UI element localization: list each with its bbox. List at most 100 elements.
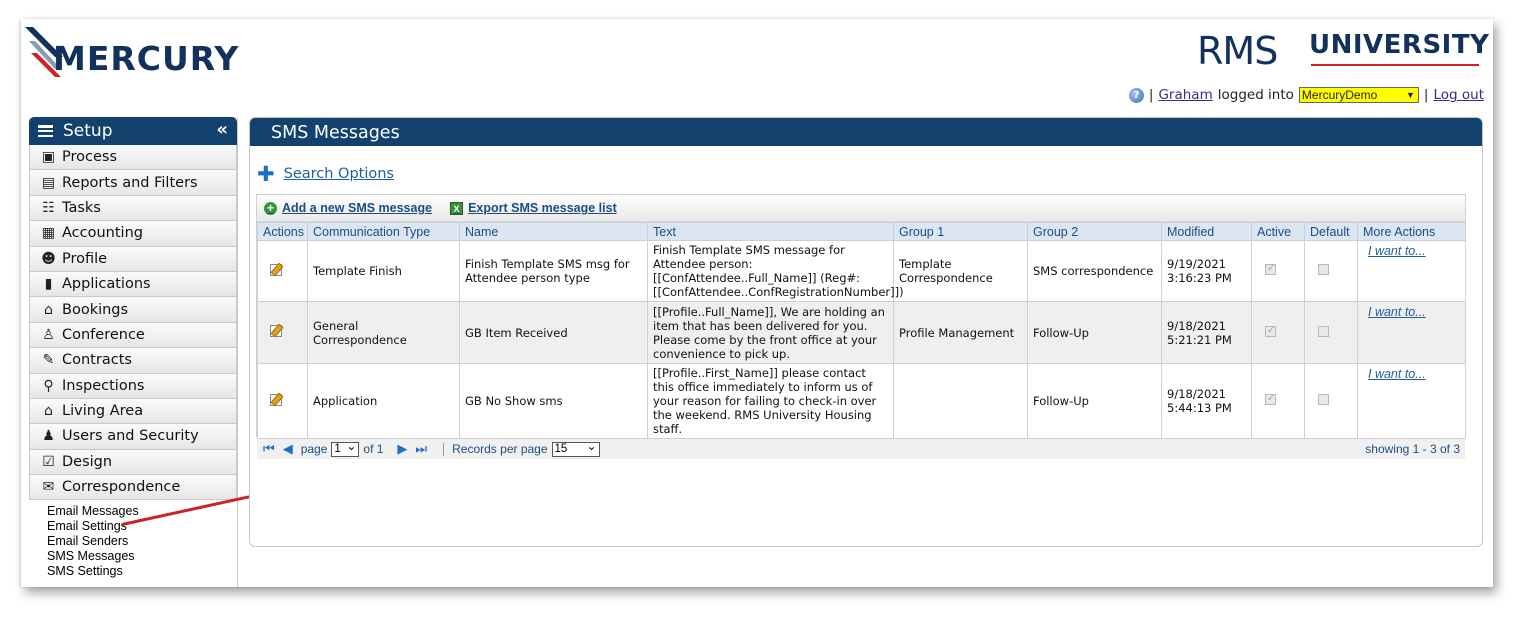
column-header[interactable]: Name: [459, 222, 648, 241]
actions-cell: [257, 363, 308, 439]
sidebar-item-label: Design: [62, 453, 113, 470]
i-want-to-link[interactable]: I want to...: [1368, 305, 1426, 319]
table-header-row: Actions Communication Type Name Text Gro…: [257, 222, 1466, 241]
sidebar-item-applications[interactable]: ▮ Applications: [29, 271, 237, 298]
plus-icon: ✚: [257, 162, 275, 186]
column-header[interactable]: Modified: [1161, 222, 1252, 241]
modified-cell: 9/18/2021 5:21:21 PM: [1161, 301, 1252, 364]
sidebar-item-label: Contracts: [62, 352, 132, 369]
process-icon: ▣: [41, 149, 56, 166]
design-icon: ☑: [42, 453, 55, 470]
modified-cell: 9/19/2021 3:16:23 PM: [1161, 240, 1252, 302]
table-row[interactable]: General Correspondence GB Item Received[[…: [257, 301, 1466, 364]
export-sms-list-label: Export SMS message list: [468, 201, 617, 215]
modified-date: 9/18/2021: [1167, 387, 1226, 401]
records-per-page-select[interactable]: 15: [551, 440, 600, 457]
sidebar-item-label: Inspections: [62, 377, 145, 394]
sidebar: Setup « ▣ Process ▤ Reports and Filters ☷ Tas…: [29, 117, 238, 587]
edit-icon[interactable]: [270, 325, 282, 337]
database-select[interactable]: MercuryDemo: [1298, 87, 1419, 103]
submenu-item-email-senders[interactable]: Email Senders: [47, 534, 237, 549]
column-header[interactable]: Communication Type: [307, 222, 460, 241]
column-header[interactable]: Group 2: [1027, 222, 1162, 241]
next-page-icon[interactable]: ▶: [397, 441, 407, 457]
text-cell: [[Profile..First_Name]] please contact t…: [647, 363, 894, 439]
actions-cell: [257, 240, 308, 302]
separator: |: [1423, 87, 1429, 103]
page-select[interactable]: 1: [331, 440, 360, 457]
first-page-icon[interactable]: ⏮: [263, 441, 275, 457]
edit-icon[interactable]: [270, 263, 282, 276]
sidebar-item-conference[interactable]: ♙ Conference: [29, 322, 237, 349]
active-cell: [1251, 301, 1305, 364]
sidebar-item-label: Living Area: [62, 403, 144, 420]
column-header[interactable]: More Actions: [1357, 222, 1466, 241]
submenu-item-email-settings[interactable]: Email Settings: [47, 519, 237, 534]
actions-cell: [257, 301, 308, 364]
i-want-to-link[interactable]: I want to...: [1368, 244, 1426, 258]
group-icon: ♙: [42, 326, 55, 343]
rms-university-text: UNIVERSITY: [1309, 30, 1490, 60]
group2-cell: SMS correspondence: [1027, 240, 1162, 302]
user-link[interactable]: Graham: [1158, 87, 1212, 103]
column-header[interactable]: Text: [647, 222, 894, 241]
submenu-item-sms-settings[interactable]: SMS Settings: [47, 564, 237, 579]
sidebar-item-bookings[interactable]: ⌂ Bookings: [29, 297, 237, 323]
column-header[interactable]: Actions: [257, 222, 308, 241]
table-row[interactable]: Template Finish Finish Template SMS msg f…: [257, 240, 1466, 302]
column-header[interactable]: Group 1: [893, 222, 1028, 241]
showing-count: showing 1 - 3 of 3: [1365, 442, 1460, 456]
sidebar-item-label: Applications: [62, 276, 151, 293]
column-header[interactable]: Default: [1304, 222, 1358, 241]
sidebar-item-design[interactable]: ☑ Design: [29, 449, 237, 476]
sidebar-item-inspections[interactable]: ⚲ Inspections: [29, 373, 237, 399]
name-cell: GB No Show sms: [459, 363, 648, 439]
sidebar-item-label: Process: [62, 149, 118, 166]
building-icon: ⌂: [44, 403, 53, 420]
collapse-icon[interactable]: «: [216, 119, 228, 140]
sidebar-item-correspondence[interactable]: ✉ Correspondence: [29, 475, 237, 501]
name-cell: GB Item Received: [459, 301, 648, 364]
prev-page-icon[interactable]: ◀: [283, 441, 293, 457]
sidebar-title: Setup: [63, 121, 113, 141]
sidebar-item-contracts[interactable]: ✎ Contracts: [29, 348, 237, 374]
sidebar-item-process[interactable]: ▣ Process: [29, 145, 237, 171]
i-want-to-link[interactable]: I want to...: [1368, 367, 1426, 381]
sidebar-item-label: Correspondence: [62, 479, 181, 496]
table-row[interactable]: Application GB No Show sms [[Profile..Firs…: [257, 363, 1466, 439]
magnifier-icon: ⚲: [43, 377, 54, 394]
last-page-icon[interactable]: ⏭: [415, 441, 427, 457]
active-checkbox: [1265, 262, 1276, 276]
submenu-item-sms-messages[interactable]: SMS Messages: [47, 549, 237, 564]
user-bar: ? | Graham logged into MercuryDemo | Log…: [1128, 87, 1484, 103]
help-icon[interactable]: ?: [1128, 87, 1144, 103]
sidebar-item-profile[interactable]: ☻ Profile: [29, 246, 237, 272]
default-cell: [1304, 363, 1358, 439]
group2-cell: Follow-Up: [1027, 363, 1162, 439]
modified-time: 5:44:13 PM: [1167, 401, 1232, 415]
sidebar-item-reports-and-filters[interactable]: ▤ Reports and Filters: [29, 170, 237, 196]
correspondence-submenu: Email Messages Email Settings Email Sender…: [29, 500, 237, 579]
modified-time: 3:16:23 PM: [1167, 271, 1232, 285]
modified-date: 9/19/2021: [1167, 257, 1226, 271]
default-checkbox: [1318, 394, 1329, 405]
grid-toolbar: + Add a new SMS message X Export SMS mes…: [257, 195, 1465, 222]
menu-icon[interactable]: [38, 125, 53, 137]
logout-link[interactable]: Log out: [1433, 87, 1484, 103]
column-header[interactable]: Active: [1251, 222, 1305, 241]
search-options-toggle[interactable]: ✚ Search Options: [257, 162, 394, 186]
sidebar-item-users-and-security[interactable]: ♟ Users and Security: [29, 424, 237, 450]
of-pages-label: of 1: [363, 442, 384, 456]
page-label: page: [300, 442, 328, 456]
add-sms-message-link[interactable]: + Add a new SMS message: [264, 201, 432, 215]
page-title: SMS Messages: [250, 118, 1482, 146]
excel-icon: X: [450, 201, 464, 215]
edit-icon[interactable]: [270, 393, 282, 406]
submenu-item-email-messages[interactable]: Email Messages: [47, 504, 237, 519]
sidebar-item-tasks[interactable]: ☷ Tasks: [29, 195, 237, 222]
sidebar-item-accounting[interactable]: ▦ Accounting: [29, 221, 237, 247]
calculator-icon: ▦: [41, 225, 56, 242]
sidebar-item-living-area[interactable]: ⌂ Living Area: [29, 398, 237, 425]
contract-icon: ✎: [42, 352, 55, 369]
export-sms-list-link[interactable]: X Export SMS message list: [450, 201, 617, 215]
